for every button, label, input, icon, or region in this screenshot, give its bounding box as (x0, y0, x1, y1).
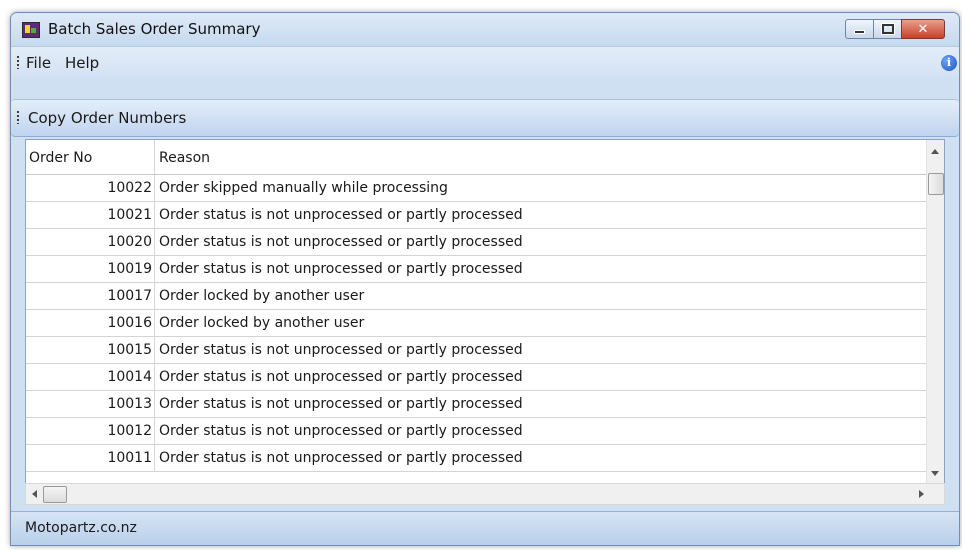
order-no-cell: 10017 (107, 288, 152, 304)
table-row[interactable]: 10015 Order status is not unprocessed or … (26, 337, 930, 364)
vertical-scroll-thumb[interactable] (928, 173, 944, 195)
toolbar-grip-icon[interactable] (17, 111, 19, 124)
menu-file[interactable]: File (26, 54, 51, 72)
minimize-button[interactable] (845, 19, 874, 39)
status-bar: Motopartz.co.nz (11, 511, 959, 545)
horizontal-scroll-thumb[interactable] (43, 486, 67, 503)
order-no-cell: 10011 (107, 450, 152, 466)
order-no-cell: 10019 (107, 261, 152, 277)
column-divider[interactable] (154, 140, 155, 174)
reason-cell: Order status is not unprocessed or partl… (159, 207, 523, 223)
order-no-cell: 10020 (107, 234, 152, 250)
reason-cell: Order status is not unprocessed or partl… (159, 234, 523, 250)
grid-header: Order No Reason (26, 140, 930, 175)
scroll-right-icon[interactable] (919, 490, 924, 498)
reason-cell: Order status is not unprocessed or partl… (159, 342, 523, 358)
table-row[interactable]: 10020 Order status is not unprocessed or … (26, 229, 930, 256)
status-text: Motopartz.co.nz (25, 520, 137, 536)
title-bar[interactable]: Batch Sales Order Summary ✕ (11, 13, 959, 47)
order-no-cell: 10014 (107, 369, 152, 385)
close-button[interactable]: ✕ (901, 19, 945, 39)
table-row[interactable]: 10012 Order status is not unprocessed or … (26, 418, 930, 445)
maximize-icon (880, 23, 895, 35)
scroll-up-icon[interactable] (931, 149, 939, 154)
order-no-cell: 10013 (107, 396, 152, 412)
order-summary-grid: Order No Reason 10022 Order skipped manua… (25, 139, 945, 486)
scroll-left-icon[interactable] (32, 490, 37, 498)
window-controls: ✕ (845, 19, 945, 39)
menu-grip-icon[interactable] (17, 56, 19, 69)
table-row[interactable]: 10013 Order status is not unprocessed or … (26, 391, 930, 418)
table-row[interactable]: 10016 Order locked by another user (26, 310, 930, 337)
window-title: Batch Sales Order Summary (48, 20, 261, 38)
reason-cell: Order status is not unprocessed or partl… (159, 450, 523, 466)
scroll-down-icon[interactable] (931, 471, 939, 476)
menu-bar: File Help i (11, 47, 959, 77)
reason-cell: Order status is not unprocessed or partl… (159, 396, 523, 412)
reason-cell: Order locked by another user (159, 288, 365, 304)
vertical-scrollbar[interactable] (926, 140, 944, 485)
table-row[interactable]: 10021 Order status is not unprocessed or … (26, 202, 930, 229)
table-row[interactable]: 10017 Order locked by another user (26, 283, 930, 310)
reason-cell: Order status is not unprocessed or partl… (159, 369, 523, 385)
reason-cell: Order locked by another user (159, 315, 365, 331)
order-no-cell: 10012 (107, 423, 152, 439)
order-no-cell: 10021 (107, 207, 152, 223)
order-no-cell: 10015 (107, 342, 152, 358)
minimize-icon (854, 30, 865, 34)
maximize-button[interactable] (873, 19, 902, 39)
grid-rows: 10022 Order skipped manually while proces… (26, 175, 930, 472)
info-icon[interactable]: i (941, 55, 957, 71)
menu-help[interactable]: Help (65, 54, 99, 72)
order-no-cell: 10022 (107, 180, 152, 196)
order-no-cell: 10016 (107, 315, 152, 331)
batch-sales-order-summary-window: Batch Sales Order Summary ✕ File Help i … (10, 12, 960, 546)
reason-cell: Order status is not unprocessed or partl… (159, 423, 523, 439)
toolbar: Copy Order Numbers (11, 99, 959, 137)
app-icon (22, 22, 40, 38)
table-row[interactable]: 10019 Order status is not unprocessed or … (26, 256, 930, 283)
copy-order-numbers-button[interactable]: Copy Order Numbers (28, 109, 186, 127)
close-icon: ✕ (917, 21, 929, 37)
table-row[interactable]: 10022 Order skipped manually while proces… (26, 175, 930, 202)
table-row[interactable]: 10014 Order status is not unprocessed or … (26, 364, 930, 391)
column-header-reason[interactable]: Reason (159, 150, 210, 166)
reason-cell: Order skipped manually while processing (159, 180, 448, 196)
column-header-order-no[interactable]: Order No (29, 150, 92, 166)
horizontal-scrollbar[interactable] (25, 483, 945, 505)
table-row[interactable]: 10011 Order status is not unprocessed or … (26, 445, 930, 472)
reason-cell: Order status is not unprocessed or partl… (159, 261, 523, 277)
